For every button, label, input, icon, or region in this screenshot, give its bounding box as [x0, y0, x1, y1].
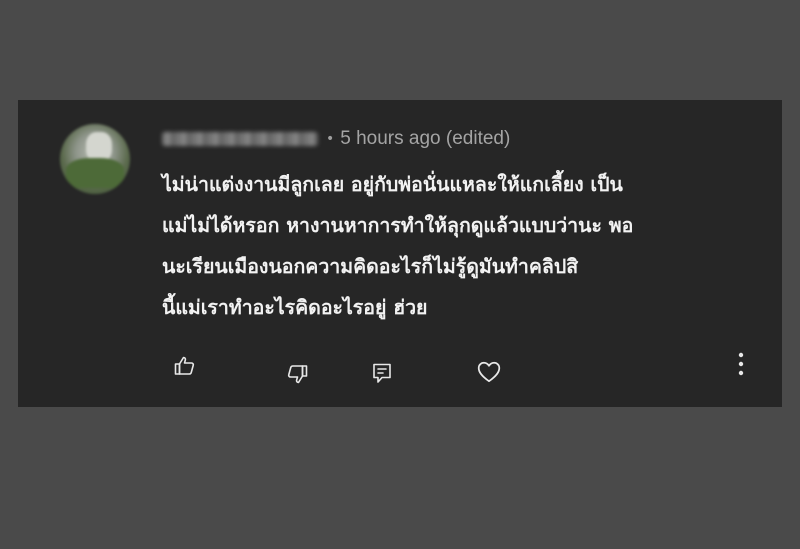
comment-line: นี้แม่เราทำอะไรคิดอะไรอยู่ ฮ่วย [162, 296, 428, 319]
comment-line: นะเรียนเมืองนอกความคิดอะไรก็ไม่รู้ดูมันท… [162, 255, 579, 278]
meta-separator: • [326, 131, 335, 147]
more-vertical-icon [738, 352, 744, 376]
comment-timestamp[interactable]: 5 hours ago (edited) [340, 128, 510, 150]
thumbs-down-icon [287, 365, 308, 384]
like-button[interactable] [171, 352, 199, 380]
heart-button[interactable] [475, 358, 503, 386]
reply-icon [373, 363, 391, 383]
avatar-foliage [66, 158, 124, 188]
reply-button[interactable] [368, 359, 396, 387]
heart-icon [477, 361, 501, 383]
comment-line: แม่ไม่ได้หรอก หางานหาการทำให้ลุกดูแล้วแบ… [162, 214, 634, 237]
comment-text: ไม่น่าแต่งงานมีลูกเลย อยู่กับพ่อนั่นแหละ… [162, 164, 752, 328]
thumbs-up-icon [174, 356, 195, 375]
more-options-button[interactable] [727, 350, 755, 378]
avatar[interactable] [60, 124, 130, 194]
comment-line: ไม่น่าแต่งงานมีลูกเลย อยู่กับพ่อนั่นแหละ… [162, 173, 623, 196]
username-blurred[interactable] [162, 132, 318, 146]
dislike-button[interactable] [283, 360, 311, 388]
comment-header: • 5 hours ago (edited) [162, 126, 510, 152]
comment-card: • 5 hours ago (edited) ไม่น่าแต่งงานมีลู… [18, 100, 782, 407]
